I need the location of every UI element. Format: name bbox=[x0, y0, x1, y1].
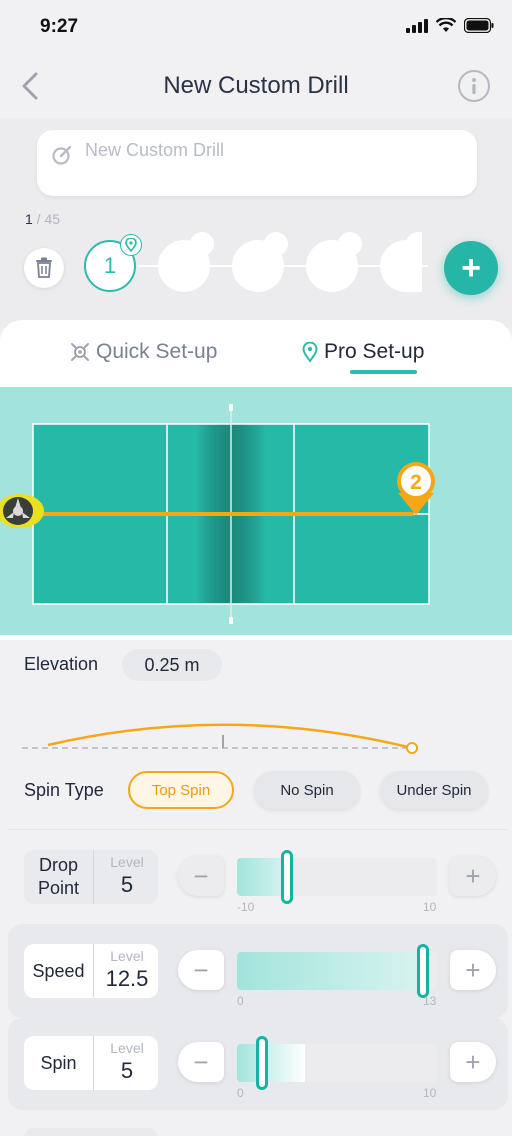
drop-point-slider[interactable] bbox=[237, 850, 437, 904]
court-view[interactable]: 2 bbox=[0, 387, 512, 635]
counter-total: / 45 bbox=[32, 211, 61, 227]
tab-quick-setup[interactable]: Quick Set-up bbox=[70, 340, 217, 364]
slider-thumb[interactable] bbox=[417, 944, 429, 998]
slider-thumb[interactable] bbox=[256, 1036, 268, 1090]
divider bbox=[8, 829, 508, 830]
under-spin-button[interactable]: Under Spin bbox=[380, 771, 488, 809]
info-icon bbox=[472, 78, 476, 94]
battery-icon bbox=[464, 18, 494, 33]
location-pin-icon bbox=[120, 234, 142, 256]
trash-icon bbox=[36, 257, 52, 278]
next-control-peek bbox=[24, 1128, 158, 1136]
spin-value: 5 bbox=[120, 1058, 134, 1083]
add-shot-button[interactable]: + bbox=[444, 241, 498, 295]
info-button[interactable] bbox=[458, 70, 490, 102]
edit-icon bbox=[52, 145, 72, 165]
drill-name-field[interactable] bbox=[37, 130, 477, 196]
tab-pro-setup[interactable]: Pro Set-up bbox=[302, 340, 424, 364]
spin-control: Spin Level 5 − 0 10 + bbox=[8, 1018, 508, 1110]
net-post-top bbox=[229, 404, 233, 411]
minus-icon: − bbox=[193, 860, 209, 891]
slider-min-label: 0 bbox=[237, 994, 244, 1008]
wifi-icon bbox=[436, 18, 456, 32]
slider-fill bbox=[237, 1044, 305, 1082]
shot-sequence: 1 bbox=[80, 232, 430, 296]
slider-min-label: -10 bbox=[237, 900, 255, 914]
slider-thumb[interactable] bbox=[281, 850, 293, 904]
counter-current: 1 bbox=[25, 211, 33, 227]
level-label: Level bbox=[110, 1040, 144, 1056]
speed-control: Speed Level 12.5 − 0 13 + bbox=[8, 924, 508, 1018]
plus-icon: + bbox=[465, 954, 481, 985]
signal-icon bbox=[406, 18, 428, 33]
shot-slot-pin bbox=[338, 232, 362, 256]
plus-icon: + bbox=[465, 1046, 481, 1077]
spin-decrease-button[interactable]: − bbox=[178, 1042, 224, 1082]
speed-slider[interactable] bbox=[237, 944, 437, 998]
slider-max-label: 10 bbox=[423, 1086, 437, 1100]
setup-tabs: Quick Set-up Pro Set-up bbox=[0, 340, 512, 380]
drop-point-value: 5 bbox=[120, 872, 134, 897]
court-diagram[interactable]: 2 bbox=[0, 387, 512, 635]
speed-value: 12.5 bbox=[105, 966, 149, 991]
spin-label: Spin bbox=[24, 1036, 94, 1090]
minus-icon: − bbox=[193, 954, 209, 985]
spin-type-label: Spin Type bbox=[24, 780, 104, 800]
elevation-label: Elevation bbox=[24, 654, 99, 674]
tab-pro-label: Pro Set-up bbox=[324, 340, 425, 363]
target-number: 2 bbox=[410, 471, 422, 494]
target-cross-icon bbox=[71, 343, 89, 361]
shot-slot-pin bbox=[264, 232, 288, 256]
shot-step-number: 1 bbox=[103, 253, 117, 278]
drop-point-decrease-button[interactable]: − bbox=[178, 856, 224, 896]
landing-point bbox=[406, 742, 418, 754]
level-label: Level bbox=[110, 854, 144, 870]
minus-icon: − bbox=[193, 1046, 209, 1077]
tab-quick-label: Quick Set-up bbox=[96, 340, 218, 363]
page-title: New Custom Drill bbox=[163, 72, 349, 99]
speed-decrease-button[interactable]: − bbox=[178, 950, 224, 990]
trajectory-arc bbox=[47, 723, 413, 750]
elevation-value[interactable]: 0.25 m bbox=[122, 649, 222, 681]
status-time: 9:27 bbox=[40, 16, 79, 37]
no-spin-button[interactable]: No Spin bbox=[254, 771, 360, 809]
shot-slot-pin bbox=[190, 232, 214, 256]
drop-point-increase-button[interactable]: + bbox=[450, 856, 496, 896]
status-icons bbox=[406, 18, 494, 33]
slider-fill bbox=[237, 858, 287, 896]
tab-active-indicator bbox=[350, 370, 417, 374]
location-pin-icon bbox=[302, 342, 318, 362]
trajectory-diagram bbox=[22, 723, 418, 754]
plus-icon: + bbox=[465, 860, 481, 891]
plus-icon: + bbox=[461, 248, 481, 287]
spin-increase-button[interactable]: + bbox=[450, 1042, 496, 1082]
slider-max-label: 13 bbox=[423, 994, 437, 1008]
level-label: Level bbox=[110, 948, 144, 964]
drop-point-label: Drop Point bbox=[24, 850, 94, 904]
net-post-bottom bbox=[229, 617, 233, 624]
drop-point-box: Drop Point Level 5 bbox=[24, 850, 158, 904]
spin-box: Spin Level 5 bbox=[24, 1036, 158, 1090]
delete-button[interactable] bbox=[24, 248, 64, 288]
drill-name-input[interactable] bbox=[85, 140, 445, 161]
speed-label: Speed bbox=[24, 944, 94, 998]
slider-fill bbox=[237, 952, 423, 990]
speed-box: Speed Level 12.5 bbox=[24, 944, 158, 998]
status-bar: 9:27 bbox=[0, 0, 512, 56]
spin-slider[interactable] bbox=[237, 1036, 437, 1090]
speed-increase-button[interactable]: + bbox=[450, 950, 496, 990]
slider-min-label: 0 bbox=[237, 1086, 244, 1100]
top-spin-button[interactable]: Top Spin bbox=[128, 771, 234, 809]
slider-max-label: 10 bbox=[423, 900, 437, 914]
shot-counter: 1 / 45 bbox=[25, 211, 60, 227]
